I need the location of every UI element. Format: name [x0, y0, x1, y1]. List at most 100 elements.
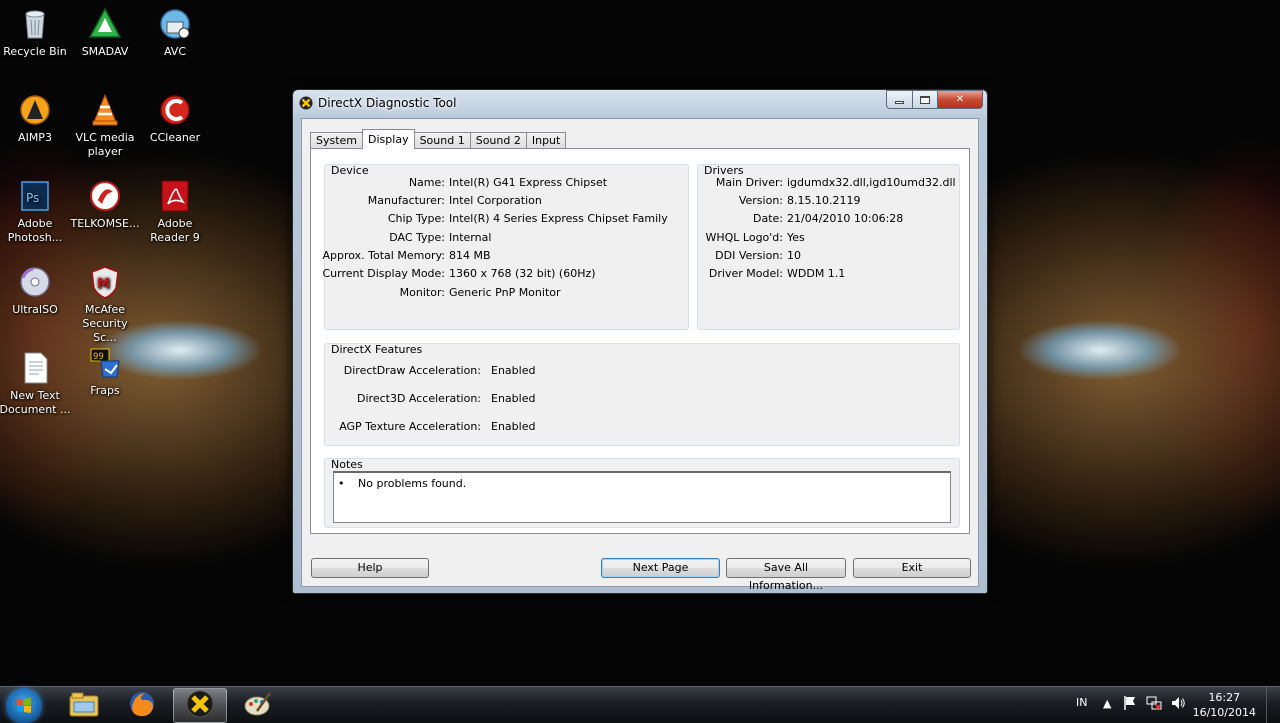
version-label: Version: [738, 194, 783, 207]
close-button[interactable]: ✕ [937, 90, 983, 109]
window-client-area: System Display Sound 1 Sound 2 Input Dev… [301, 118, 979, 592]
photoshop-icon: Ps [17, 178, 53, 214]
date-label: Date: [753, 212, 783, 225]
windows-logo-icon [17, 698, 31, 713]
date-value: 21/04/2010 10:06:28 [787, 212, 904, 225]
chip-type-label: Chip Type: [387, 212, 445, 225]
maximize-icon [920, 95, 930, 104]
agp-label: AGP Texture Acceleration: [339, 420, 481, 433]
tab-sound-2[interactable]: Sound 2 [469, 132, 527, 149]
note-bullet: • [338, 477, 345, 490]
maximize-button[interactable] [912, 90, 938, 109]
notes-heading: Notes [331, 458, 363, 471]
language-indicator[interactable]: IN [1076, 696, 1087, 709]
device-heading: Device [331, 164, 369, 177]
show-hidden-icons-icon[interactable]: ▲ [1103, 697, 1111, 710]
exit-button[interactable]: Exit [853, 558, 971, 578]
desktop-icon-adobe-reader[interactable]: Adobe Reader 9 [139, 178, 211, 245]
memory-value: 814 MB [449, 249, 491, 262]
taskbar-firefox-button[interactable] [115, 688, 169, 723]
desktop-icon-label: Fraps [90, 384, 120, 397]
agp-value: Enabled [491, 420, 536, 433]
notes-list[interactable]: • No problems found. [333, 471, 951, 523]
taskbar: IN ▲ 16:27 16/10/2014 [0, 686, 1280, 723]
main-driver-value: igdumdx32.dll,igd10umd32.dll [787, 176, 956, 189]
desktop-icon-label: AVC [163, 45, 187, 58]
clock[interactable]: 16:27 16/10/2014 [1193, 690, 1256, 720]
tab-system[interactable]: System [310, 132, 364, 149]
memory-label: Approx. Total Memory: [322, 249, 446, 262]
tab-input[interactable]: Input [525, 132, 567, 149]
desktop-icon-label: Recycle Bin [3, 45, 67, 58]
help-button[interactable]: Help [311, 558, 429, 578]
smadav-icon [87, 6, 123, 42]
directx-icon [299, 96, 313, 110]
monitor-label: Monitor: [399, 286, 445, 299]
device-name-value: Intel(R) G41 Express Chipset [449, 176, 608, 189]
window-title: DirectX Diagnostic Tool [318, 96, 457, 110]
svg-text:Ps: Ps [26, 191, 39, 205]
ultraiso-icon [17, 264, 53, 300]
vlc-icon [87, 92, 123, 128]
explorer-icon [68, 690, 100, 721]
title-bar[interactable]: DirectX Diagnostic Tool ✕ [293, 90, 987, 116]
note-item: • No problems found. [338, 477, 466, 490]
taskbar-directx-button[interactable] [173, 688, 227, 723]
action-center-flag-icon[interactable] [1123, 695, 1137, 714]
desktop-icon-aimp[interactable]: AIMP3 [0, 92, 71, 145]
desktop-icon-smadav[interactable]: SMADAV [69, 6, 141, 59]
display-mode-value: 1360 x 768 (32 bit) (60Hz) [449, 267, 596, 280]
next-page-button[interactable]: Next Page [601, 558, 720, 578]
taskbar-paint-button[interactable] [231, 688, 285, 723]
monitor-value: Generic PnP Monitor [449, 286, 561, 299]
svg-text:M: M [97, 277, 110, 292]
desktop-icon-label: TELKOMSE... [70, 217, 140, 230]
ddi-version-value: 10 [787, 249, 801, 262]
desktop-icon-label: New Text Document ... [0, 389, 71, 416]
close-icon: ✕ [955, 94, 965, 105]
desktop-icon-avc[interactable]: AVC [139, 6, 211, 59]
clock-time: 16:27 [1208, 691, 1241, 704]
tab-sound-1[interactable]: Sound 1 [413, 132, 471, 149]
desktop-icon-ccleaner[interactable]: CCleaner [139, 92, 211, 145]
ccleaner-icon [157, 92, 193, 128]
direct3d-label: Direct3D Acceleration: [357, 392, 481, 405]
clock-date: 16/10/2014 [1192, 706, 1256, 719]
desktop-icon-telkomsel[interactable]: TELKOMSE... [69, 178, 141, 231]
desktop-icon-label: UltraISO [12, 303, 58, 316]
tab-display[interactable]: Display [362, 129, 415, 149]
minimize-button[interactable] [886, 90, 913, 109]
desktop-icon-vlc[interactable]: VLC media player [69, 92, 141, 159]
network-icon[interactable] [1146, 695, 1162, 714]
recycle-bin-icon [17, 6, 53, 42]
whql-value: Yes [787, 231, 805, 244]
desktop-icon-text-document[interactable]: New Text Document ... [0, 350, 71, 417]
chip-type-value: Intel(R) 4 Series Express Chipset Family [449, 212, 668, 225]
paint-icon [243, 689, 273, 722]
desktop-icon-photoshop[interactable]: Ps Adobe Photosh... [0, 178, 71, 245]
manufacturer-value: Intel Corporation [449, 194, 542, 207]
minimize-icon [895, 101, 904, 104]
tab-strip: System Display Sound 1 Sound 2 Input [310, 129, 567, 149]
text-document-icon [17, 350, 53, 386]
show-desktop-button[interactable] [1266, 687, 1280, 723]
desktop-icon-fraps[interactable]: 99 Fraps [69, 345, 141, 398]
adobe-reader-icon [157, 178, 193, 214]
save-all-information-button[interactable]: Save All Information... [726, 558, 846, 592]
taskbar-explorer-button[interactable] [57, 688, 111, 723]
device-group: Device Name: Intel(R) G41 Express Chipse… [322, 164, 689, 330]
desktop-icon-recycle-bin[interactable]: Recycle Bin [0, 6, 71, 59]
whql-label: WHQL Logo'd: [705, 231, 783, 244]
desktop-icon-ultraiso[interactable]: UltraISO [0, 264, 71, 317]
directx-features-group: DirectX Features DirectDraw Acceleration… [324, 343, 960, 446]
drivers-group: Drivers Main Driver: igdumdx32.dll,igd10… [697, 164, 960, 330]
telkomsel-icon [87, 178, 123, 214]
volume-icon[interactable] [1170, 695, 1186, 714]
aimp-icon [17, 92, 53, 128]
start-button[interactable] [6, 688, 42, 723]
directdraw-value: Enabled [491, 364, 536, 377]
driver-model-value: WDDM 1.1 [787, 267, 846, 280]
note-text: No problems found. [358, 477, 467, 490]
desktop-icon-mcafee[interactable]: M McAfee Security Sc... [69, 264, 141, 345]
mcafee-icon: M [87, 264, 123, 300]
